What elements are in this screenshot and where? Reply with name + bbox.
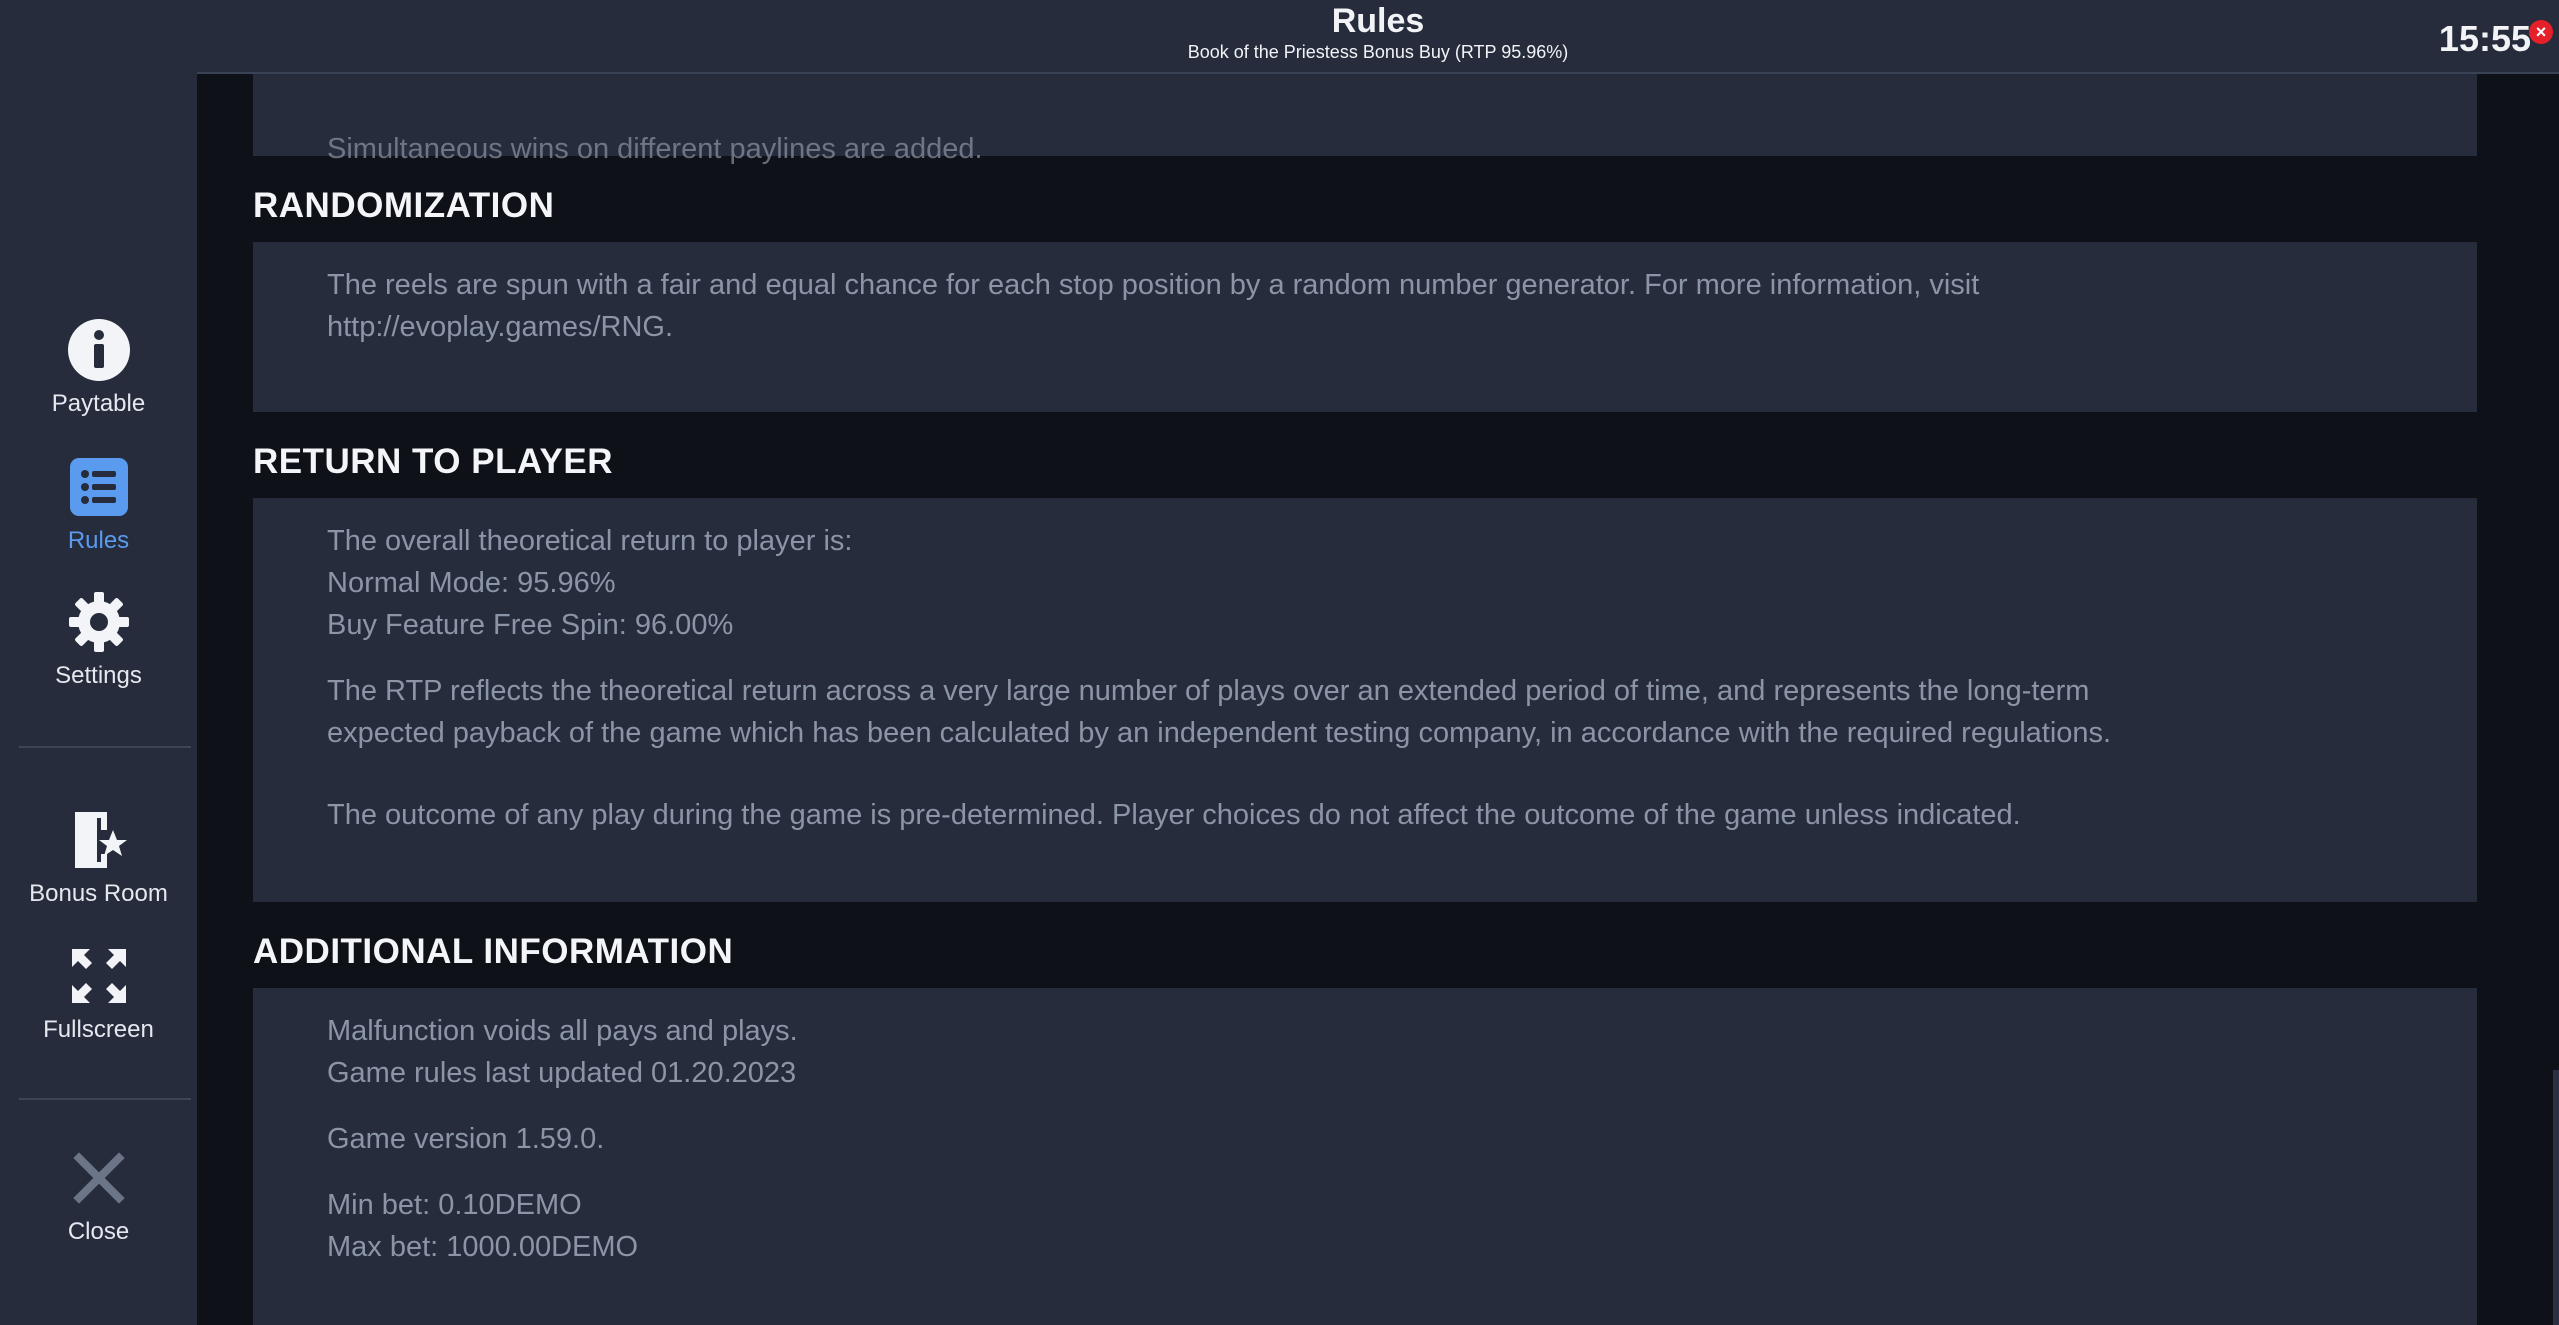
sidebar-item-close[interactable]: Close <box>0 1146 197 1266</box>
sidebar-item-fullscreen[interactable]: Fullscreen <box>0 944 197 1064</box>
info-icon <box>67 318 131 382</box>
rtp-intro: The overall theoretical return to player… <box>327 525 853 557</box>
sidebar-item-label: Fullscreen <box>43 1016 154 1043</box>
rtp-panel: The overall theoretical return to player… <box>253 498 2477 902</box>
rtp-description-line1: The RTP reflects the theoretical return … <box>327 675 2090 707</box>
min-bet-text: Min bet: 0.10DEMO <box>327 1189 582 1221</box>
close-badge-icon[interactable]: × <box>2529 20 2553 44</box>
rules-updated-text: Game rules last updated 01.20.2023 <box>327 1057 797 1089</box>
sidebar-divider <box>19 1098 191 1100</box>
list-icon <box>67 455 131 519</box>
randomization-panel: The reels are spun with a fair and equal… <box>253 242 2477 412</box>
rng-link[interactable]: http://evoplay.games/RNG. <box>327 306 673 348</box>
door-star-icon <box>67 808 131 872</box>
sidebar-item-label: Paytable <box>51 390 146 417</box>
page-title: Rules <box>1331 2 1425 40</box>
clock: 15:55 <box>2438 18 2531 59</box>
additional-panel: Malfunction voids all pays and plays. Ga… <box>253 988 2477 1325</box>
sidebar-item-rules[interactable]: Rules <box>0 455 197 575</box>
malfunction-text: Malfunction voids all pays and plays. <box>327 1015 798 1047</box>
sidebar-item-paytable[interactable]: Paytable <box>0 318 197 438</box>
rtp-outcome-text: The outcome of any play during the game … <box>327 799 2021 831</box>
sidebar-item-bonus-room[interactable]: Bonus Room <box>0 808 197 928</box>
header-bar: Rules Book of the Priestess Bonus Buy (R… <box>197 0 2559 74</box>
game-subtitle: Book of the Priestess Bonus Buy (RTP 95.… <box>1187 42 1569 62</box>
game-version-text: Game version 1.59.0. <box>327 1123 605 1155</box>
rtp-normal-mode: Normal Mode: 95.96% <box>327 567 616 599</box>
rtp-buy-feature: Buy Feature Free Spin: 96.00% <box>327 609 734 641</box>
sidebar: Paytable Rules Settings Bonus Room Fulls… <box>0 0 197 1325</box>
rules-content[interactable]: Simultaneous wins on different paylines … <box>197 74 2559 1325</box>
gear-icon <box>67 590 131 654</box>
randomization-text: The reels are spun with a fair and equal… <box>327 269 1980 301</box>
sidebar-item-label: Bonus Room <box>29 880 168 907</box>
section-heading-rtp: RETURN TO PLAYER <box>253 442 613 481</box>
max-bet-text: Max bet: 1000.00DEMO <box>327 1231 639 1263</box>
scrollbar-thumb[interactable] <box>2553 1070 2559 1325</box>
paylines-panel: Simultaneous wins on different paylines … <box>253 74 2477 165</box>
section-heading-randomization: RANDOMIZATION <box>253 186 555 225</box>
rtp-description-line2: expected payback of the game which has b… <box>327 717 2112 749</box>
sidebar-item-label: Settings <box>55 662 142 689</box>
fullscreen-icon <box>67 944 131 1008</box>
close-icon <box>67 1146 131 1210</box>
sidebar-item-label: Close <box>67 1218 130 1245</box>
paylines-text: Simultaneous wins on different paylines … <box>327 133 983 165</box>
sidebar-divider <box>19 746 191 748</box>
sidebar-item-settings[interactable]: Settings <box>0 590 197 710</box>
sidebar-item-label: Rules <box>67 527 130 554</box>
section-heading-additional: ADDITIONAL INFORMATION <box>253 932 734 971</box>
